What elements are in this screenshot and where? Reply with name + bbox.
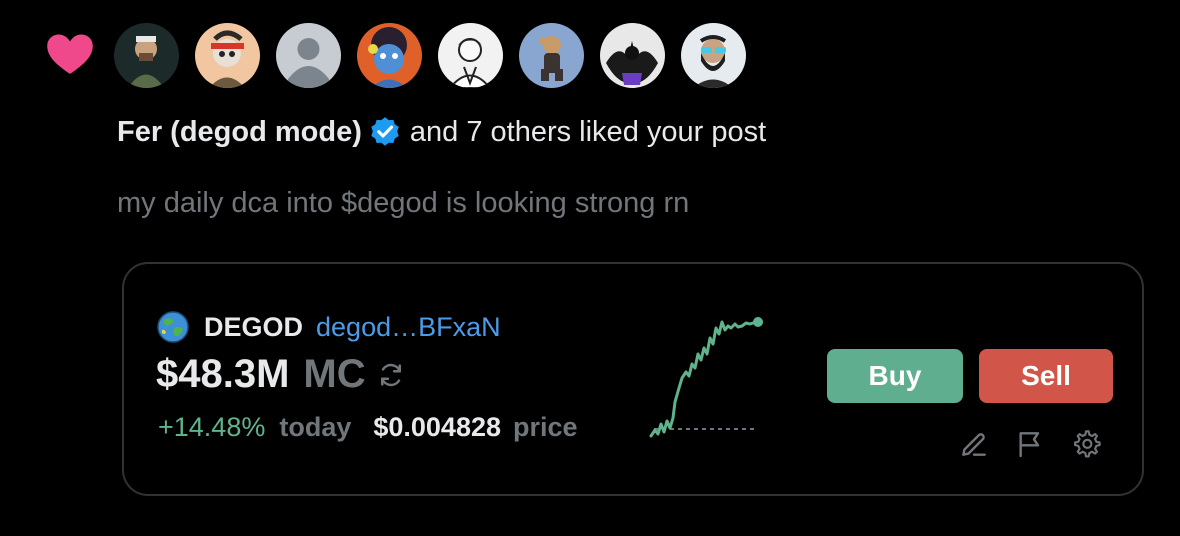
market-cap-value: $48.3M	[156, 352, 290, 396]
avatar-3[interactable]	[276, 23, 341, 88]
avatar-2[interactable]	[195, 23, 260, 88]
avatar-6[interactable]	[519, 23, 584, 88]
refresh-icon[interactable]	[376, 360, 406, 390]
price-sparkline	[649, 317, 763, 438]
stats-row: +14.48% today $0.004828 price	[158, 412, 578, 443]
token-ticker: DEGOD	[204, 311, 304, 342]
sell-button[interactable]: Sell	[979, 349, 1113, 403]
edit-icon[interactable]	[958, 428, 990, 460]
card-tools	[958, 428, 1102, 460]
post-text[interactable]: my daily dca into $degod is looking stro…	[117, 186, 689, 220]
market-cap-row: $48.3M MC	[156, 352, 406, 397]
avatar-7[interactable]	[600, 23, 665, 88]
token-address-link[interactable]: degod…BFxaN	[316, 312, 501, 343]
liker-avatars	[114, 23, 746, 88]
token-price: $0.004828	[373, 412, 501, 442]
heart-icon	[47, 34, 93, 74]
like-notification-text: Fer (degod mode) and 7 others liked your…	[117, 114, 766, 150]
token-card[interactable]: DEGOD degod…BFxaN $48.3M MC +14.48% toda…	[122, 262, 1144, 496]
market-cap-label: MC	[303, 352, 366, 396]
avatar-1[interactable]	[114, 23, 179, 88]
token-header: DEGOD degod…BFxaN	[156, 310, 501, 344]
settings-icon[interactable]	[1070, 428, 1102, 460]
verified-badge-icon	[371, 117, 399, 146]
change-period-label: today	[279, 412, 352, 442]
like-suffix: and 7 others liked your post	[409, 116, 767, 148]
globe-icon	[157, 311, 189, 343]
avatar-5[interactable]	[438, 23, 503, 88]
price-change: +14.48%	[158, 412, 266, 442]
liker-name[interactable]: Fer (degod mode)	[117, 114, 362, 150]
buy-button[interactable]: Buy	[827, 349, 963, 403]
avatar-4[interactable]	[357, 23, 422, 88]
flag-icon[interactable]	[1014, 428, 1046, 460]
avatar-8[interactable]	[681, 23, 746, 88]
price-label: price	[513, 412, 578, 442]
